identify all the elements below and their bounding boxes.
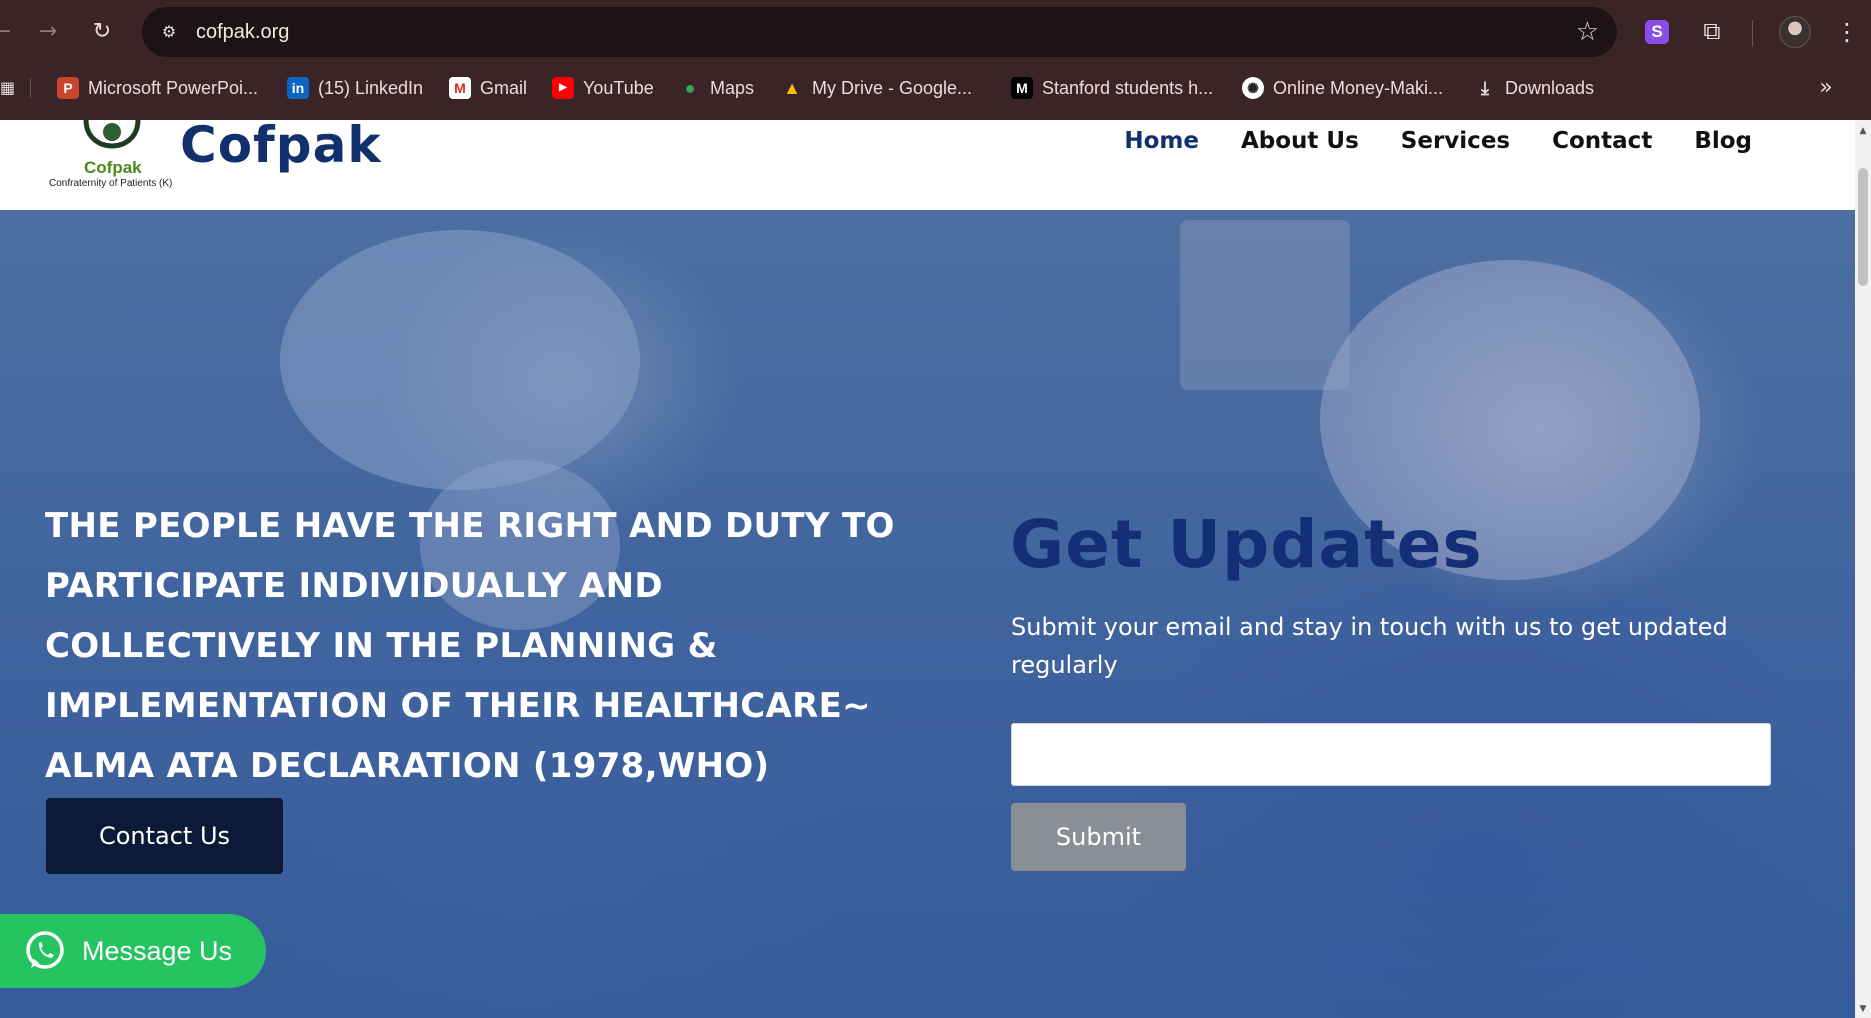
medium-icon: M xyxy=(1011,77,1033,99)
whatsapp-message-button[interactable]: Message Us xyxy=(0,914,266,988)
site-title[interactable]: Cofpak xyxy=(180,116,382,174)
address-bar[interactable]: ⚙ cofpak.org ☆ xyxy=(142,7,1617,57)
bookmark-star-icon[interactable]: ☆ xyxy=(1576,17,1599,47)
powerpoint-icon: P xyxy=(57,77,79,99)
scroll-down-arrow-icon[interactable]: ▼ xyxy=(1858,1004,1868,1014)
bookmark-label: Stanford students h... xyxy=(1042,77,1214,98)
site-settings-icon[interactable]: ⚙ xyxy=(156,19,182,45)
bookmark-downloads[interactable]: ⤓ Downloads xyxy=(1474,74,1594,102)
bookmark-label: Gmail xyxy=(480,77,528,98)
updates-title: Get Updates xyxy=(1010,506,1483,583)
bookmark-label: My Drive - Google... xyxy=(812,77,973,98)
bookmark-youtube[interactable]: ▶ YouTube xyxy=(552,74,654,102)
nav-blog[interactable]: Blog xyxy=(1694,128,1752,154)
email-field[interactable] xyxy=(1011,723,1771,786)
contact-us-button[interactable]: Contact Us xyxy=(46,798,283,874)
bookmark-powerpoint[interactable]: P Microsoft PowerPoi... xyxy=(57,74,258,102)
bookmark-google-drive[interactable]: ▲ My Drive - Google... xyxy=(781,74,972,102)
bookmarks-bar: ▦ P Microsoft PowerPoi... in (15) Linked… xyxy=(0,70,1871,106)
bookmark-label: Microsoft PowerPoi... xyxy=(88,77,259,98)
reload-icon[interactable]: ↻ xyxy=(84,14,120,50)
bookmark-maps[interactable]: ● Maps xyxy=(679,74,754,102)
logo-emblem-icon xyxy=(83,119,141,149)
scroll-up-arrow-icon[interactable]: ▲ xyxy=(1858,126,1868,136)
profile-avatar[interactable] xyxy=(1779,16,1811,48)
bookmark-label: Online Money-Maki... xyxy=(1273,77,1444,98)
submit-button[interactable]: Submit xyxy=(1011,803,1186,871)
bookmarks-separator xyxy=(30,78,31,98)
logo-tagline: Confraternity of Patients (K) xyxy=(49,178,173,189)
scrollbar-thumb[interactable] xyxy=(1858,168,1868,286)
linkedin-icon: in xyxy=(287,77,309,99)
bookmarks-overflow-icon[interactable]: » xyxy=(1814,74,1838,102)
updates-text: Submit your email and stay in touch with… xyxy=(1011,613,1728,679)
whatsapp-button-label: Message Us xyxy=(82,935,233,966)
browser-menu-icon[interactable]: ⋮ xyxy=(1835,14,1859,50)
bookmark-label: Maps xyxy=(710,77,755,98)
nav-contact[interactable]: Contact xyxy=(1552,128,1652,154)
bookmark-gmail[interactable]: M Gmail xyxy=(449,74,527,102)
extensions-puzzle-icon[interactable]: ⧉ xyxy=(1697,16,1727,46)
nav-services[interactable]: Services xyxy=(1401,128,1510,154)
bookmark-label: YouTube xyxy=(583,77,654,98)
main-nav: Home About Us Services Contact Blog xyxy=(1124,128,1752,154)
bookmark-label: (15) LinkedIn xyxy=(318,77,424,98)
whatsapp-icon xyxy=(26,931,64,969)
site-header: Cofpak Confraternity of Patients (K) Cof… xyxy=(0,116,1855,210)
bookmark-label: Downloads xyxy=(1505,77,1595,98)
bookmark-linkedin[interactable]: in (15) LinkedIn xyxy=(287,74,423,102)
browser-chrome: ← → ↻ ⚙ cofpak.org ☆ S ⧉ ⋮ ▦ P Microsoft… xyxy=(0,0,1871,120)
download-icon: ⤓ xyxy=(1481,78,1489,98)
gmail-icon: M xyxy=(449,77,471,99)
hero-section: THE PEOPLE HAVE THE RIGHT AND DUTY TO PA… xyxy=(0,210,1855,1018)
youtube-icon: ▶ xyxy=(552,77,574,99)
back-arrow-icon[interactable]: ← xyxy=(0,14,20,50)
maps-icon: ● xyxy=(684,78,696,98)
address-bar-url[interactable]: cofpak.org xyxy=(196,21,289,44)
nav-about-us[interactable]: About Us xyxy=(1241,128,1359,154)
browser-toolbar: ← → ↻ ⚙ cofpak.org ☆ S ⧉ ⋮ xyxy=(0,0,1871,66)
logo-word: Cofpak xyxy=(84,158,142,177)
forward-arrow-icon[interactable]: → xyxy=(30,14,66,50)
chatgpt-icon: ✺ xyxy=(1242,77,1264,99)
nav-home[interactable]: Home xyxy=(1124,128,1199,154)
page-scrollbar[interactable]: ▲ ▼ xyxy=(1855,120,1871,1018)
bookmark-chatgpt[interactable]: ✺ Online Money-Maki... xyxy=(1242,74,1443,102)
hero-quote: THE PEOPLE HAVE THE RIGHT AND DUTY TO PA… xyxy=(45,506,895,786)
bookmark-medium[interactable]: M Stanford students h... xyxy=(1011,74,1213,102)
extension-s-icon[interactable]: S xyxy=(1645,20,1669,44)
apps-grid-icon[interactable]: ▦ xyxy=(0,78,15,98)
google-drive-icon: ▲ xyxy=(783,78,801,98)
toolbar-divider xyxy=(1752,20,1753,46)
